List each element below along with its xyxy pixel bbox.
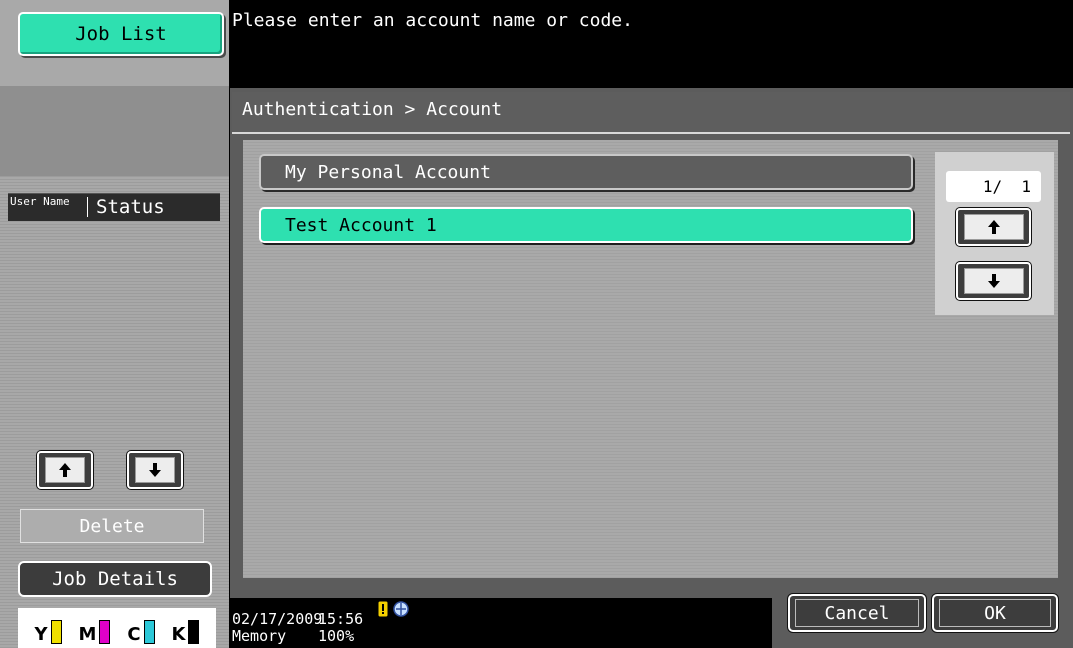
job-list-scroll-up-button[interactable] [37, 451, 93, 489]
account-item-label: Test Account 1 [285, 214, 437, 236]
instruction-message: Please enter an account name or code. [232, 10, 633, 31]
toner-level-indicator: Y M C K [18, 608, 216, 648]
warning-icon [377, 600, 389, 618]
job-list-label: Job List [75, 23, 167, 45]
cancel-button[interactable]: Cancel [788, 594, 926, 632]
footer-date: 02/17/2009 [232, 610, 323, 628]
ok-label: OK [984, 602, 1006, 624]
account-item-label: My Personal Account [285, 161, 491, 183]
cancel-label: Cancel [824, 602, 890, 624]
delete-label: Delete [79, 515, 145, 537]
page-down-button[interactable] [956, 262, 1031, 300]
network-icon [393, 601, 409, 617]
breadcrumb: Authentication > Account [242, 99, 503, 120]
toner-yellow: Y [34, 620, 62, 644]
footer-memory-label: Memory [232, 627, 287, 645]
ok-button[interactable]: OK [932, 594, 1058, 632]
footer-status-icons [376, 598, 412, 620]
arrow-up-icon [59, 463, 71, 477]
delete-button[interactable]: Delete [20, 509, 204, 543]
footer-memory-value: 100% [318, 627, 355, 645]
job-details-label: Job Details [52, 568, 178, 590]
toner-magenta: M [78, 620, 111, 644]
header-divider [87, 197, 88, 217]
arrow-up-icon [987, 220, 1000, 234]
page-up-button[interactable] [956, 208, 1031, 246]
toner-cyan: C [127, 620, 155, 644]
left-panel-band [0, 86, 229, 176]
job-list-button[interactable]: Job List [18, 12, 224, 56]
page-indicator: 1/ 1 [946, 171, 1041, 202]
account-item-test-account-1[interactable]: Test Account 1 [259, 207, 913, 243]
header-user-name: User Name [10, 195, 70, 208]
arrow-down-icon [987, 274, 1000, 288]
footer-time: 15:56 [318, 610, 364, 628]
job-list-scroll-down-button[interactable] [127, 451, 183, 489]
account-item-my-personal-account[interactable]: My Personal Account [259, 154, 913, 190]
arrow-down-icon [149, 463, 161, 477]
job-details-button[interactable]: Job Details [18, 561, 212, 597]
toner-black: K [172, 620, 200, 644]
header-status: Status [96, 196, 165, 218]
